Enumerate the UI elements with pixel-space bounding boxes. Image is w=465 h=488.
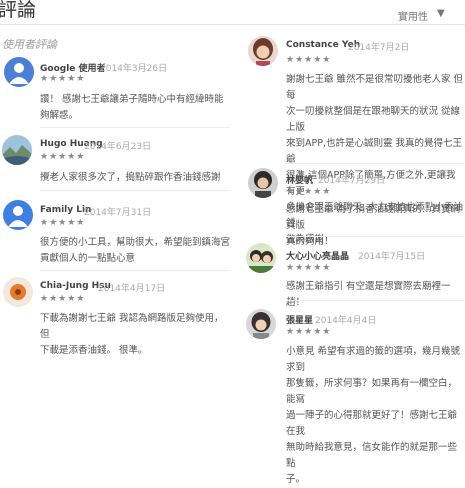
review-divider bbox=[286, 236, 464, 237]
review-line: 無助時給我意見，信女能作的就是那一些點 bbox=[286, 442, 458, 469]
star-rating: ★★★★★ bbox=[40, 74, 86, 84]
review-line: 謝謝七王爺 雖然不是很常叨擾他老人家 但每 bbox=[286, 74, 464, 101]
review-line: 過一陣子的心得那就更好了！感謝七王爺在我 bbox=[286, 410, 458, 437]
landscape-photo-icon bbox=[2, 135, 32, 165]
review-date: 2014年7月31日 bbox=[84, 208, 152, 218]
reviewer-name[interactable]: 張星星 bbox=[286, 313, 313, 326]
review-date: 2014年4月4日 bbox=[315, 316, 377, 326]
review-line: 下載是添香油錢。 很準。 bbox=[40, 345, 148, 356]
review-text: 感謝王爺指引 有空還是想實際去廟裡一趟！ bbox=[286, 279, 464, 311]
review-date: 2014年3月26日 bbox=[100, 64, 168, 74]
review-date: 2014年4月17日 bbox=[98, 284, 166, 294]
review-line: 子。 bbox=[286, 474, 306, 485]
avatar-constance-yeh[interactable] bbox=[248, 36, 278, 66]
star-rating: ★★★★★ bbox=[40, 152, 86, 162]
review-text: 下載為謝謝七王爺 我認為網路版足夠使用，但 下載是添香油錢。 很準。 bbox=[40, 311, 230, 359]
reviewer-name[interactable]: 林嬰帆 bbox=[286, 173, 313, 186]
review-text: 小意見 希望有求過的籤的選項，幾月幾號求到 那隻籤，所求何事？如果再有一欄空白，… bbox=[286, 344, 464, 488]
review-text: 感謝七王爺 為了捐香油錢購買的…其實網頁版 真的夠用！ bbox=[286, 202, 464, 250]
review-line: 感謝七王爺 為了捐香油錢購買的…其實網頁版 bbox=[286, 204, 461, 231]
group-photo-icon bbox=[246, 243, 276, 273]
section-title: 使用者評論 bbox=[2, 38, 57, 51]
review-divider bbox=[286, 163, 464, 164]
star-rating: ★★★★★ bbox=[40, 218, 86, 228]
review-divider bbox=[286, 300, 464, 301]
avatar-family-lin[interactable] bbox=[3, 200, 33, 230]
person-icon bbox=[8, 206, 28, 227]
review-divider bbox=[40, 190, 230, 191]
page-title: 評論 bbox=[0, 0, 37, 21]
review-date: 2014年6月23日 bbox=[84, 142, 152, 152]
review-date: 2014年7月15日 bbox=[358, 252, 426, 262]
flower-photo-icon bbox=[3, 277, 33, 307]
review-date: 2014年7月2日 bbox=[348, 43, 410, 53]
review-line: 下載為謝謝七王爺 我認為網路版足夠使用，但 bbox=[40, 313, 224, 340]
review-line: 夠解惑。 bbox=[40, 110, 79, 121]
review-line: 貢獻個人的一點點心意 bbox=[40, 253, 136, 264]
reviewer-name[interactable]: Google 使用者 bbox=[40, 61, 106, 74]
avatar-da-xin[interactable] bbox=[246, 243, 276, 273]
review-line: 攪老人家很多次了，搗點碎跟作香油錢感謝 bbox=[40, 172, 221, 183]
portrait-photo-icon bbox=[246, 309, 276, 339]
review-line: 感謝王爺指引 有空還是想實際去廟裡一趟！ bbox=[286, 281, 451, 308]
avatar-zhang-xing-xing[interactable] bbox=[246, 309, 276, 339]
review-line: 讚！ 感謝七王爺讓弟子隨時心中有經緯時能 bbox=[40, 94, 224, 105]
review-divider bbox=[40, 127, 230, 128]
header-divider bbox=[0, 24, 465, 25]
avatar-chia-jung-hsu[interactable] bbox=[3, 277, 33, 307]
review-text: 攪老人家很多次了，搗點碎跟作香油錢感謝 bbox=[40, 170, 230, 186]
star-rating: ★★★★★ bbox=[40, 294, 86, 304]
review-text: 讚！ 感謝七王爺讓弟子隨時心中有經緯時能 夠解惑。 bbox=[40, 92, 230, 124]
portrait-photo-icon bbox=[248, 36, 278, 66]
review-line: 次一叨擾就整個是在跟祂聊天的狀況 從線上版 bbox=[286, 106, 461, 133]
review-text: 很方便的小工具，幫助很大，希望能到鎮海宮 貢獻個人的一點點心意 bbox=[40, 235, 230, 267]
avatar-lin-ying-fan[interactable] bbox=[248, 168, 278, 198]
person-icon bbox=[9, 63, 29, 84]
review-date: 2014年7月29日 bbox=[318, 176, 386, 186]
avatar-google-user[interactable] bbox=[4, 57, 34, 87]
review-line: 小意見 希望有求過的籤的選項，幾月幾號求到 bbox=[286, 346, 461, 373]
star-rating: ★★★★★ bbox=[286, 263, 332, 273]
avatar-hugo-huang[interactable] bbox=[2, 135, 32, 165]
portrait-photo-icon bbox=[248, 168, 278, 198]
reviewer-name[interactable]: 大心小心亮晶晶 bbox=[286, 249, 349, 262]
review-line: 那隻籤，所求何事？如果再有一欄空白，能寫 bbox=[286, 378, 458, 405]
chevron-down-icon[interactable]: ▼ bbox=[437, 8, 445, 19]
star-rating: ★★★★★ bbox=[286, 55, 332, 65]
sort-dropdown[interactable]: 實用性 bbox=[398, 8, 428, 23]
review-line: 很方便的小工具，幫助很大，希望能到鎮海宮 bbox=[40, 237, 231, 248]
star-rating: ★★★★★ bbox=[286, 187, 332, 197]
review-divider bbox=[40, 270, 230, 271]
star-rating: ★★★★★ bbox=[286, 327, 332, 337]
